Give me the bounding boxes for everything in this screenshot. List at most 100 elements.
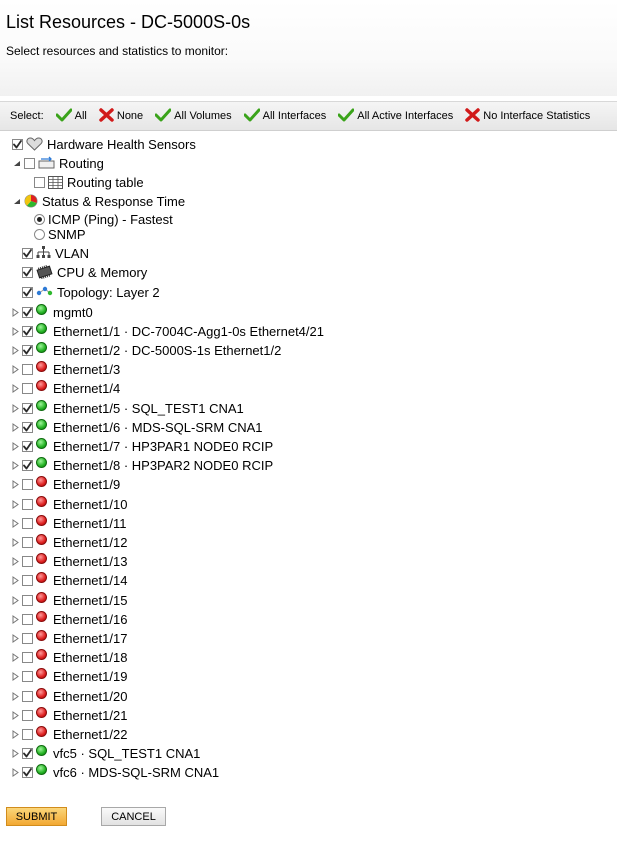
tree-item-checkbox[interactable] [22, 632, 33, 644]
tree-item-ethernet1-15[interactable]: Ethernet1/15 [10, 591, 127, 609]
expand-arrow-icon[interactable] [10, 365, 20, 375]
tree-item-checkbox[interactable] [22, 364, 33, 376]
expand-arrow-icon[interactable] [10, 557, 20, 567]
tree-item-checkbox[interactable] [22, 286, 33, 298]
collapse-arrow-icon[interactable] [12, 158, 22, 168]
tree-item-ethernet1-14[interactable]: Ethernet1/14 [10, 572, 127, 590]
expand-arrow-icon[interactable] [10, 633, 20, 643]
expand-arrow-icon[interactable] [10, 749, 20, 759]
tree-item-vlan[interactable]: VLAN [22, 244, 89, 262]
tree-item-ethernet1-21[interactable]: Ethernet1/21 [10, 706, 127, 724]
expand-arrow-icon[interactable] [10, 403, 20, 413]
tree-item-ethernet1-2-dc-5000s-1s-ethernet1-2[interactable]: Ethernet1/2 · DC-5000S-1s Ethernet1/2 [10, 341, 281, 359]
expand-arrow-icon[interactable] [10, 576, 20, 586]
expand-arrow-icon[interactable] [10, 480, 20, 490]
select-all-active-interfaces-button[interactable]: All Active Interfaces [337, 108, 453, 125]
expand-arrow-icon[interactable] [10, 307, 20, 317]
tree-item-radio[interactable] [34, 228, 45, 240]
tree-item-ethernet1-20[interactable]: Ethernet1/20 [10, 687, 127, 705]
tree-item-checkbox[interactable] [34, 176, 45, 188]
tree-item-checkbox[interactable] [22, 325, 33, 337]
tree-item-ethernet1-17[interactable]: Ethernet1/17 [10, 629, 127, 647]
tree-item-checkbox[interactable] [24, 157, 35, 169]
tree-item-ethernet1-19[interactable]: Ethernet1/19 [10, 668, 127, 686]
expand-arrow-icon[interactable] [10, 441, 20, 451]
tree-item-checkbox[interactable] [22, 652, 33, 664]
tree-item-checkbox[interactable] [22, 709, 33, 721]
expand-arrow-icon[interactable] [10, 537, 20, 547]
expand-arrow-icon[interactable] [10, 518, 20, 528]
tree-item-routing[interactable]: Routing [12, 154, 104, 172]
tree-item-checkbox[interactable] [22, 479, 33, 491]
select-all-button[interactable]: All [55, 108, 87, 125]
tree-item-topology-layer-2[interactable]: Topology: Layer 2 [22, 283, 160, 301]
tree-item-ethernet1-7-hp3par1-node0-rcip[interactable]: Ethernet1/7 · HP3PAR1 NODE0 RCIP [10, 437, 273, 455]
tree-item-radio[interactable] [34, 213, 45, 225]
tree-item-ethernet1-4[interactable]: Ethernet1/4 [10, 380, 120, 398]
tree-item-ethernet1-3[interactable]: Ethernet1/3 [10, 361, 120, 379]
tree-item-checkbox[interactable] [22, 247, 33, 259]
expand-arrow-icon[interactable] [10, 672, 20, 682]
expand-arrow-icon[interactable] [10, 653, 20, 663]
tree-item-cpu-memory[interactable]: CPU & Memory [22, 263, 147, 281]
tree-item-ethernet1-6-mds-sql-srm-cna1[interactable]: Ethernet1/6 · MDS-SQL-SRM CNA1 [10, 418, 263, 436]
submit-button[interactable]: SUBMIT [6, 807, 67, 826]
tree-item-checkbox[interactable] [22, 498, 33, 510]
tree-item-checkbox[interactable] [22, 344, 33, 356]
tree-item-checkbox[interactable] [22, 690, 33, 702]
expand-arrow-icon[interactable] [10, 595, 20, 605]
tree-item-ethernet1-18[interactable]: Ethernet1/18 [10, 649, 127, 667]
tree-item-checkbox[interactable] [22, 748, 33, 760]
expand-arrow-icon[interactable] [10, 691, 20, 701]
expand-arrow-icon[interactable] [10, 768, 20, 778]
tree-item-snmp[interactable]: SNMP [34, 225, 86, 243]
tree-item-checkbox[interactable] [22, 266, 33, 278]
tree-item-checkbox[interactable] [22, 517, 33, 529]
tree-item-status-response-time[interactable]: Status & Response Time [12, 192, 185, 210]
select-none-button[interactable]: None [99, 107, 143, 125]
tree-item-checkbox[interactable] [22, 575, 33, 587]
expand-arrow-icon[interactable] [10, 729, 20, 739]
expand-arrow-icon[interactable] [10, 384, 20, 394]
select-all-interfaces-button[interactable]: All Interfaces [243, 108, 326, 125]
expand-arrow-icon[interactable] [10, 614, 20, 624]
tree-item-checkbox[interactable] [22, 383, 33, 395]
tree-item-checkbox[interactable] [22, 613, 33, 625]
tree-item-checkbox[interactable] [22, 460, 33, 472]
select-all-volumes-button[interactable]: All Volumes [154, 108, 232, 125]
collapse-arrow-icon[interactable] [12, 196, 22, 206]
tree-item-ethernet1-1-dc-7004c-agg1-0s-ethernet4-21[interactable]: Ethernet1/1 · DC-7004C-Agg1-0s Ethernet4… [10, 322, 324, 340]
tree-item-vfc6-mds-sql-srm-cna1[interactable]: vfc6 · MDS-SQL-SRM CNA1 [10, 764, 219, 782]
tree-item-hardware-health-sensors[interactable]: Hardware Health Sensors [12, 135, 196, 153]
tree-item-checkbox[interactable] [22, 536, 33, 548]
expand-arrow-icon[interactable] [10, 326, 20, 336]
tree-item-ethernet1-22[interactable]: Ethernet1/22 [10, 725, 127, 743]
tree-item-ethernet1-10[interactable]: Ethernet1/10 [10, 495, 127, 513]
tree-item-checkbox[interactable] [22, 402, 33, 414]
expand-arrow-icon[interactable] [10, 422, 20, 432]
expand-arrow-icon[interactable] [10, 345, 20, 355]
expand-arrow-icon[interactable] [10, 710, 20, 720]
tree-item-ethernet1-12[interactable]: Ethernet1/12 [10, 533, 127, 551]
tree-item-checkbox[interactable] [22, 556, 33, 568]
tree-item-ethernet1-11[interactable]: Ethernet1/11 [10, 514, 126, 532]
expand-arrow-icon[interactable] [10, 461, 20, 471]
tree-item-checkbox[interactable] [12, 138, 23, 150]
tree-item-ethernet1-5-sql-test1-cna1[interactable]: Ethernet1/5 · SQL_TEST1 CNA1 [10, 399, 244, 417]
expand-arrow-icon[interactable] [10, 499, 20, 509]
tree-item-checkbox[interactable] [22, 421, 33, 433]
tree-item-checkbox[interactable] [22, 440, 33, 452]
tree-item-checkbox[interactable] [22, 728, 33, 740]
tree-item-checkbox[interactable] [22, 594, 33, 606]
tree-item-ethernet1-8-hp3par2-node0-rcip[interactable]: Ethernet1/8 · HP3PAR2 NODE0 RCIP [10, 457, 273, 475]
tree-item-ethernet1-13[interactable]: Ethernet1/13 [10, 553, 127, 571]
tree-item-ethernet1-16[interactable]: Ethernet1/16 [10, 610, 127, 628]
tree-item-checkbox[interactable] [22, 671, 33, 683]
tree-item-mgmt0[interactable]: mgmt0 [10, 303, 93, 321]
tree-item-routing-table[interactable]: Routing table [34, 173, 144, 191]
tree-item-vfc5-sql-test1-cna1[interactable]: vfc5 · SQL_TEST1 CNA1 [10, 745, 200, 763]
tree-item-checkbox[interactable] [22, 767, 33, 779]
tree-item-ethernet1-9[interactable]: Ethernet1/9 [10, 476, 120, 494]
tree-item-checkbox[interactable] [22, 306, 33, 318]
cancel-button[interactable]: CANCEL [101, 807, 166, 826]
